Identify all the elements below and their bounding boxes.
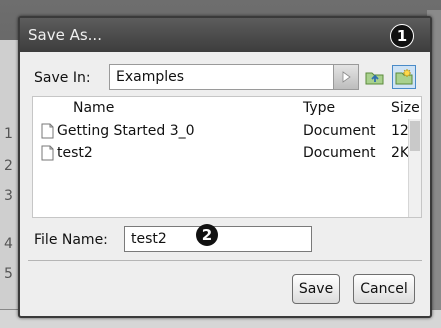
file-type: Document: [303, 145, 376, 161]
column-header-name[interactable]: Name: [73, 100, 114, 116]
scrollbar-thumb[interactable]: [410, 121, 420, 151]
file-name-input[interactable]: [124, 226, 312, 252]
file-name: test2: [57, 145, 93, 161]
file-name: Getting Started 3_0: [57, 123, 195, 139]
dialog-title: Save As...: [28, 26, 102, 44]
page-number: 5: [4, 266, 13, 282]
file-name-label: File Name:: [34, 232, 108, 248]
page-number: 3: [4, 188, 13, 204]
folder-up-button[interactable]: [363, 65, 387, 89]
save-in-value: Examples: [116, 69, 185, 85]
save-button[interactable]: Save: [292, 274, 340, 304]
folder-up-icon: [365, 72, 384, 85]
page-number: 1: [4, 126, 13, 142]
cancel-button[interactable]: Cancel: [353, 274, 415, 304]
document-icon: [41, 123, 54, 143]
file-row[interactable]: Getting Started 3_0 Document 120: [33, 121, 418, 143]
dialog-titlebar: Save As...: [20, 18, 430, 52]
document-icon: [41, 145, 54, 165]
new-folder-icon: [395, 68, 413, 85]
page-number: 4: [4, 236, 13, 252]
file-list-scrollbar[interactable]: [408, 119, 421, 217]
save-in-label: Save In:: [34, 70, 91, 86]
file-list[interactable]: Name Type Size Getting Started 3_0 Docum…: [32, 96, 422, 218]
save-as-dialog: Save As... 1 Save In: Examples Name Type…: [18, 16, 432, 318]
page-number: 2: [4, 158, 13, 174]
divider: [28, 260, 422, 261]
save-in-dropdown[interactable]: Examples: [109, 64, 359, 90]
callout-2: 2: [196, 224, 218, 246]
file-row[interactable]: test2 Document 2K: [33, 143, 409, 165]
dropdown-arrow-icon[interactable]: [333, 65, 358, 89]
column-header-type[interactable]: Type: [303, 100, 335, 116]
column-header-size[interactable]: Size: [391, 100, 420, 116]
callout-1: 1: [390, 24, 414, 48]
new-folder-button[interactable]: [392, 65, 416, 89]
file-type: Document: [303, 123, 376, 139]
